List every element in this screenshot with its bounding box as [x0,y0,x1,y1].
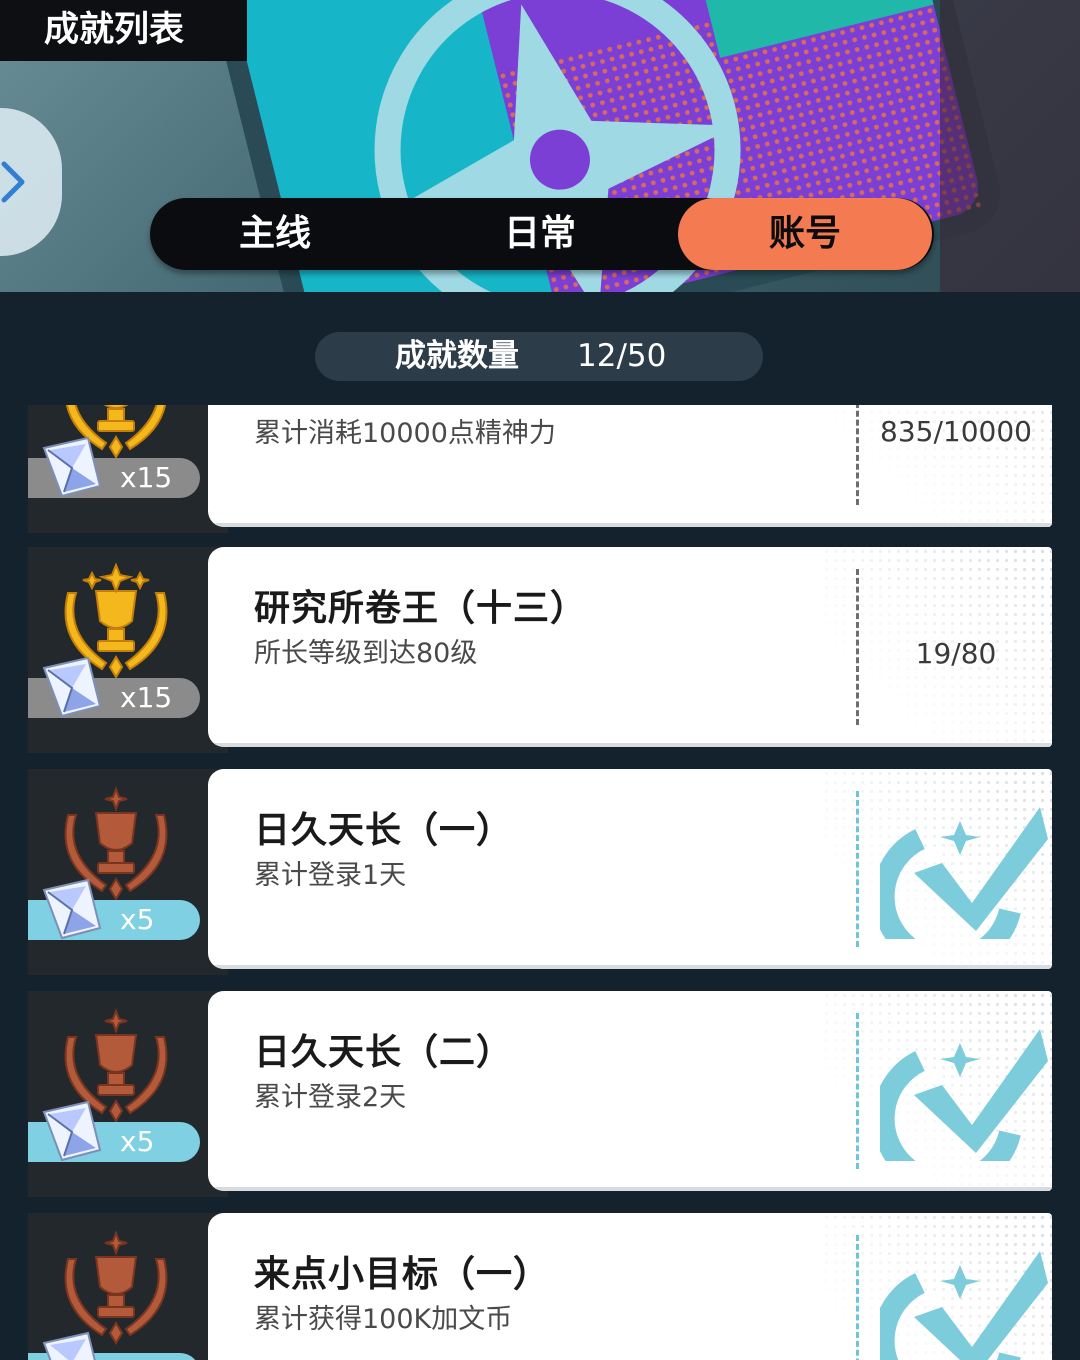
achievement-desc: 所长等级到达80级 [254,638,478,669]
page-title: 成就列表 [0,0,247,61]
achievement-row[interactable]: x15 研究所卷王（十三） 所长等级到达80级 19/80 [28,547,1052,753]
achievement-row[interactable]: x5 日久天长（二） 累计登录2天 [28,991,1052,1197]
counter-value: 12/50 [577,338,667,374]
achievement-list[interactable]: x15 累计消耗10000点精神力 835/10000 x15 研究所卷王（十三… [0,405,1080,1360]
achievement-card[interactable]: 来点小目标（一） 累计获得100K加文币 [208,1213,1052,1360]
crystal-icon [42,656,102,718]
crystal-icon [42,436,102,498]
achievement-card[interactable]: 日久天长（一） 累计登录1天 [208,769,1052,969]
crystal-icon [42,878,102,940]
achievement-desc: 累计获得100K加文币 [254,1304,513,1335]
achievement-badge-panel: x15 [28,547,228,753]
reward-tag: x15 [28,656,200,718]
reward-tag [28,1331,200,1360]
achievement-name: 来点小目标（一） [254,1254,551,1295]
achievement-desc: 累计登录2天 [254,1082,407,1113]
checkmark-badge-icon [880,1029,1048,1161]
header-banner: 成就列表 主线 日常 账号 [0,0,1080,292]
checkmark-badge-icon [880,1251,1048,1360]
achievement-badge-panel [28,1213,228,1360]
achievement-card[interactable]: 累计消耗10000点精神力 835/10000 [208,405,1052,527]
achievement-badge-panel: x5 [28,769,228,975]
reward-quantity: x5 [120,1125,155,1158]
reward-quantity: x15 [120,681,173,714]
tab-daily[interactable]: 日常 [435,198,645,270]
achievement-card[interactable]: 日久天长（二） 累计登录2天 [208,991,1052,1191]
reward-tag: x5 [28,1100,200,1162]
achievement-badge-panel: x15 [28,405,228,533]
reward-tag: x5 [28,878,200,940]
achievement-desc: 累计登录1天 [254,860,407,891]
achievement-badge-panel: x5 [28,991,228,1197]
card-divider [856,1013,859,1169]
achievement-progress: 19/80 [915,637,997,670]
reward-quantity: x15 [120,461,173,494]
achievement-progress: 835/10000 [880,415,1032,448]
crystal-icon [42,1100,102,1162]
card-divider [856,1235,859,1360]
card-divider [856,405,859,505]
counter-label: 成就数量 [395,338,519,374]
chevron-right-icon [1,161,25,203]
achievement-counter: 成就数量 12/50 [315,332,763,381]
tab-mainline[interactable]: 主线 [170,198,380,270]
reward-quantity: x5 [120,903,155,936]
achievement-desc: 累计消耗10000点精神力 [254,418,556,449]
achievement-name: 日久天长（二） [254,1032,514,1073]
achievement-row[interactable]: 来点小目标（一） 累计获得100K加文币 [28,1213,1052,1360]
card-divider [856,791,859,947]
checkmark-badge-icon [880,807,1048,939]
category-tabs: 主线 日常 账号 [150,198,934,270]
reward-tag: x15 [28,436,200,498]
tab-account[interactable]: 账号 [678,198,932,270]
achievement-row[interactable]: x15 累计消耗10000点精神力 835/10000 [28,405,1052,533]
achievement-name: 研究所卷王（十三） [254,588,588,629]
card-divider [856,569,859,725]
achievement-row[interactable]: x5 日久天长（一） 累计登录1天 [28,769,1052,975]
crystal-icon [42,1331,96,1360]
achievement-name: 日久天长（一） [254,810,514,851]
achievement-card[interactable]: 研究所卷王（十三） 所长等级到达80级 19/80 [208,547,1052,747]
